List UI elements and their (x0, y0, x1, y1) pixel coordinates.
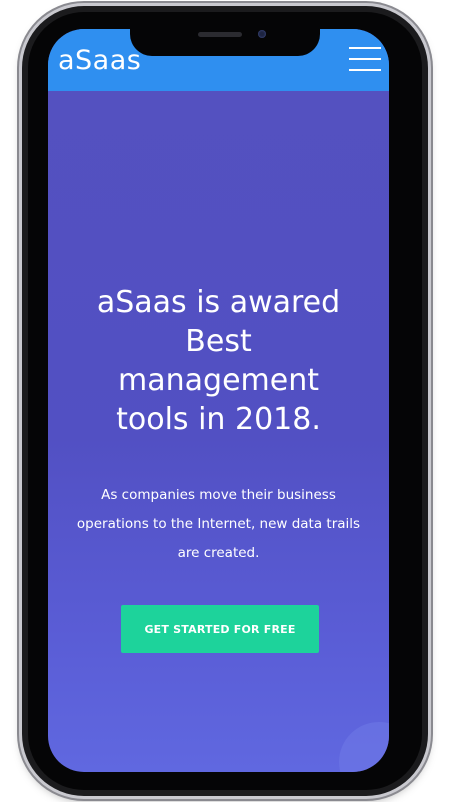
mute-switch (17, 118, 21, 146)
menu-line (349, 47, 381, 49)
front-camera-icon (258, 30, 266, 38)
volume-down-button (17, 228, 21, 278)
hero-title-line: tools in 2018. (116, 402, 321, 437)
get-started-button[interactable]: GET STARTED FOR FREE (121, 605, 319, 653)
menu-line (349, 69, 381, 71)
hamburger-menu-icon[interactable] (349, 47, 381, 71)
menu-line (349, 58, 381, 60)
phone-notch (130, 22, 320, 56)
hero-title: aSaas is awared Best management tools in… (58, 283, 379, 439)
brand-logo[interactable]: aSaas (58, 45, 141, 76)
hero-subtitle-line: As companies move their business (101, 487, 336, 503)
hero-subtitle: As companies move their business operati… (58, 481, 379, 568)
hero-title-line: management (118, 363, 319, 398)
speaker-grille (198, 32, 242, 37)
decorative-corner-shape (339, 722, 389, 772)
hero-subtitle-line: operations to the Internet, new data tra… (76, 516, 361, 532)
device-mockup: aSaas aSaas is awared Best management to… (0, 0, 450, 802)
hero-subtitle-line: are created. (177, 545, 260, 561)
hero-title-line: aSaas is awared (96, 285, 341, 320)
phone-screen: aSaas aSaas is awared Best management to… (48, 29, 389, 772)
hero-title-line: Best (185, 324, 252, 359)
volume-up-button (17, 168, 21, 218)
power-button (429, 188, 433, 268)
